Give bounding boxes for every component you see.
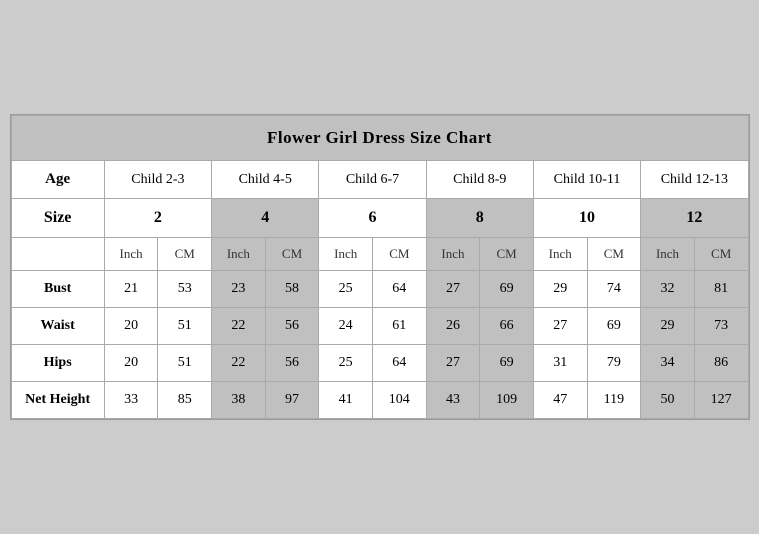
subheader-inch-6: Inch [641, 238, 695, 271]
height-3-inch: 41 [319, 382, 373, 419]
size-label: Size [11, 199, 104, 238]
age-col-1: Child 2-3 [104, 161, 211, 199]
hips-2-cm: 56 [265, 345, 319, 382]
bust-6-inch: 32 [641, 271, 695, 308]
waist-row: Waist 20 51 22 56 24 61 26 66 27 69 29 7… [11, 308, 748, 345]
waist-2-inch: 22 [212, 308, 266, 345]
waist-1-inch: 20 [104, 308, 158, 345]
size-col-3: 6 [319, 199, 426, 238]
height-4-inch: 43 [426, 382, 480, 419]
age-col-6: Child 12-13 [641, 161, 748, 199]
bust-6-cm: 81 [694, 271, 748, 308]
age-row: Age Child 2-3 Child 4-5 Child 6-7 Child … [11, 161, 748, 199]
bust-4-inch: 27 [426, 271, 480, 308]
waist-6-inch: 29 [641, 308, 695, 345]
height-5-inch: 47 [533, 382, 587, 419]
bust-3-cm: 64 [372, 271, 426, 308]
chart-title: Flower Girl Dress Size Chart [11, 116, 748, 161]
waist-1-cm: 51 [158, 308, 212, 345]
waist-5-cm: 69 [587, 308, 641, 345]
subheader-inch-5: Inch [533, 238, 587, 271]
subheader-cm-4: CM [480, 238, 534, 271]
waist-3-cm: 61 [372, 308, 426, 345]
size-col-1: 2 [104, 199, 211, 238]
waist-6-cm: 73 [694, 308, 748, 345]
height-5-cm: 119 [587, 382, 641, 419]
age-col-5: Child 10-11 [533, 161, 640, 199]
bust-2-inch: 23 [212, 271, 266, 308]
waist-5-inch: 27 [533, 308, 587, 345]
subheader-inch-4: Inch [426, 238, 480, 271]
subheader-empty [11, 238, 104, 271]
waist-2-cm: 56 [265, 308, 319, 345]
height-6-inch: 50 [641, 382, 695, 419]
waist-4-inch: 26 [426, 308, 480, 345]
hips-3-inch: 25 [319, 345, 373, 382]
hips-6-inch: 34 [641, 345, 695, 382]
age-label: Age [11, 161, 104, 199]
subheader-cm-2: CM [265, 238, 319, 271]
hips-1-inch: 20 [104, 345, 158, 382]
age-col-3: Child 6-7 [319, 161, 426, 199]
size-col-6: 12 [641, 199, 748, 238]
subheader-cm-6: CM [694, 238, 748, 271]
age-col-2: Child 4-5 [212, 161, 319, 199]
hips-5-inch: 31 [533, 345, 587, 382]
bust-2-cm: 58 [265, 271, 319, 308]
age-col-4: Child 8-9 [426, 161, 533, 199]
height-4-cm: 109 [480, 382, 534, 419]
height-1-cm: 85 [158, 382, 212, 419]
title-row: Flower Girl Dress Size Chart [11, 116, 748, 161]
bust-1-inch: 21 [104, 271, 158, 308]
bust-5-inch: 29 [533, 271, 587, 308]
hips-4-inch: 27 [426, 345, 480, 382]
hips-6-cm: 86 [694, 345, 748, 382]
subheader-cm-1: CM [158, 238, 212, 271]
waist-4-cm: 66 [480, 308, 534, 345]
bust-4-cm: 69 [480, 271, 534, 308]
subheader-cm-3: CM [372, 238, 426, 271]
bust-3-inch: 25 [319, 271, 373, 308]
size-col-2: 4 [212, 199, 319, 238]
hips-row: Hips 20 51 22 56 25 64 27 69 31 79 34 86 [11, 345, 748, 382]
hips-5-cm: 79 [587, 345, 641, 382]
hips-1-cm: 51 [158, 345, 212, 382]
bust-5-cm: 74 [587, 271, 641, 308]
bust-row: Bust 21 53 23 58 25 64 27 69 29 74 32 81 [11, 271, 748, 308]
hips-3-cm: 64 [372, 345, 426, 382]
hips-4-cm: 69 [480, 345, 534, 382]
waist-3-inch: 24 [319, 308, 373, 345]
bust-label: Bust [11, 271, 104, 308]
hips-2-inch: 22 [212, 345, 266, 382]
net-height-row: Net Height 33 85 38 97 41 104 43 109 47 … [11, 382, 748, 419]
height-2-inch: 38 [212, 382, 266, 419]
height-3-cm: 104 [372, 382, 426, 419]
subheader-cm-5: CM [587, 238, 641, 271]
subheader-inch-1: Inch [104, 238, 158, 271]
height-6-cm: 127 [694, 382, 748, 419]
hips-label: Hips [11, 345, 104, 382]
height-1-inch: 33 [104, 382, 158, 419]
size-chart-table: Flower Girl Dress Size Chart Age Child 2… [11, 115, 749, 419]
size-chart-wrapper: Flower Girl Dress Size Chart Age Child 2… [10, 114, 750, 420]
net-height-label: Net Height [11, 382, 104, 419]
subheader-inch-3: Inch [319, 238, 373, 271]
subheader-row: Inch CM Inch CM Inch CM Inch CM Inch CM … [11, 238, 748, 271]
subheader-inch-2: Inch [212, 238, 266, 271]
size-col-4: 8 [426, 199, 533, 238]
bust-1-cm: 53 [158, 271, 212, 308]
size-row: Size 2 4 6 8 10 12 [11, 199, 748, 238]
size-col-5: 10 [533, 199, 640, 238]
height-2-cm: 97 [265, 382, 319, 419]
waist-label: Waist [11, 308, 104, 345]
